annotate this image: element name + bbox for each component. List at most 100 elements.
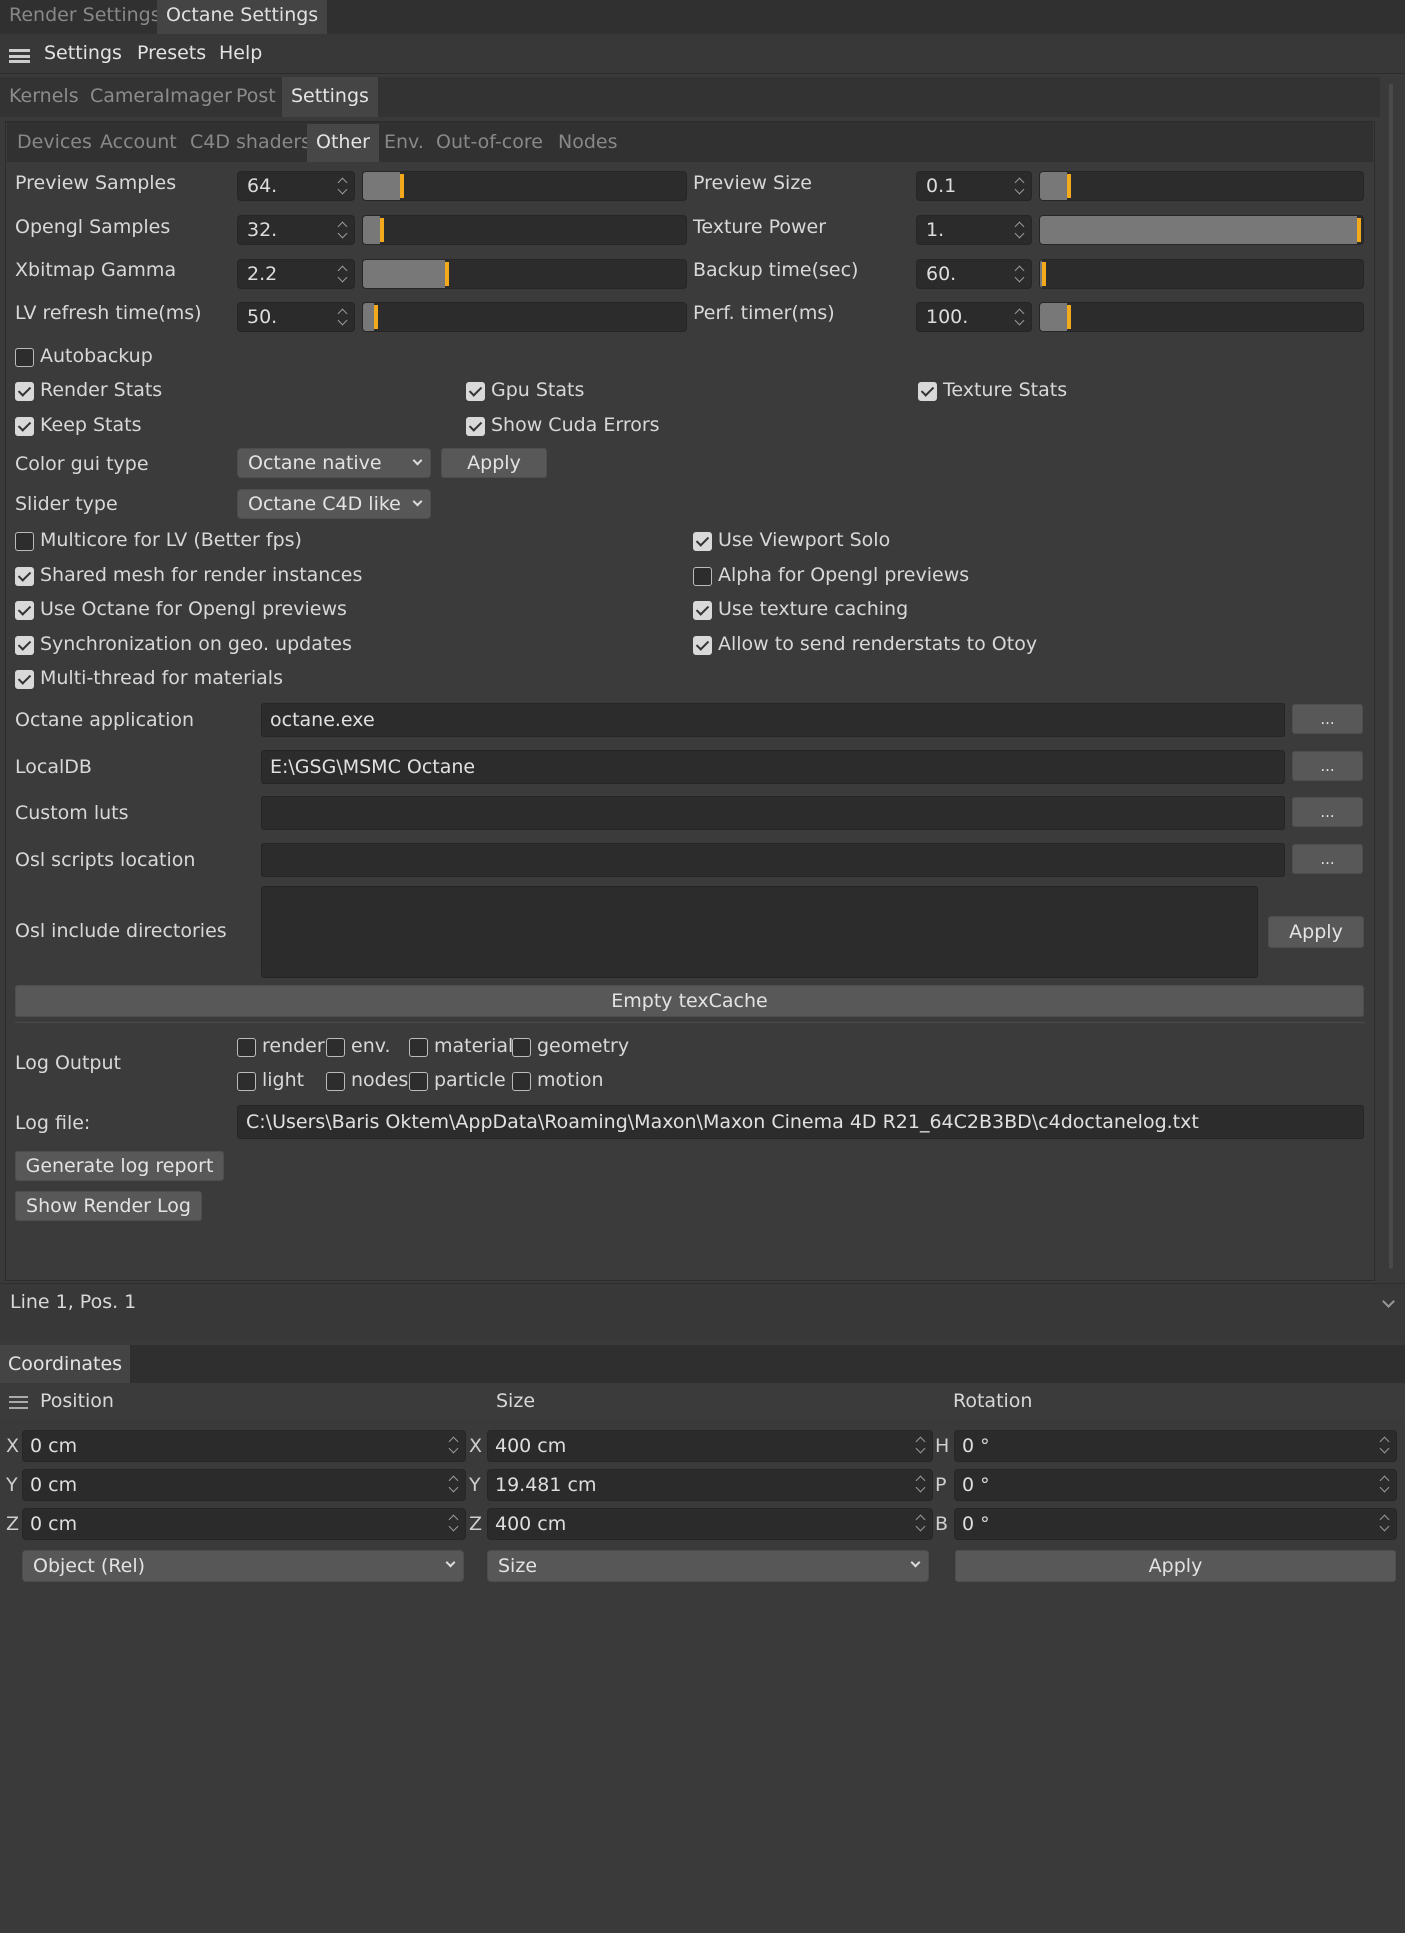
gpu-stats-checkbox[interactable]: [466, 382, 485, 401]
render-stats-checkbox[interactable]: [15, 382, 34, 401]
perf-timer-slider[interactable]: [1039, 302, 1364, 332]
show-cuda-errors-checkbox[interactable]: [466, 417, 485, 436]
coordinates-apply-button[interactable]: Apply: [955, 1550, 1396, 1582]
spinner-icon[interactable]: [1380, 1513, 1390, 1533]
octane-app-field[interactable]: octane.exe: [261, 703, 1285, 737]
spinner-icon[interactable]: [449, 1513, 459, 1533]
use-viewport-solo-checkbox[interactable]: [693, 532, 712, 551]
size-y-field[interactable]: 19.481 cm: [487, 1469, 933, 1501]
osl-include-textarea[interactable]: [261, 886, 1258, 978]
preview-samples-slider[interactable]: [362, 171, 687, 201]
perf-timer-field[interactable]: 100.: [916, 302, 1032, 332]
tab-account[interactable]: Account: [91, 124, 186, 162]
menu-help[interactable]: Help: [219, 34, 262, 74]
position-z-field[interactable]: 0 cm: [22, 1508, 466, 1540]
slider-knob[interactable]: [1042, 262, 1046, 286]
log-nodes-checkbox[interactable]: [326, 1072, 345, 1091]
tab-coordinates[interactable]: Coordinates: [0, 1345, 131, 1383]
multithread-materials-checkbox[interactable]: [15, 670, 34, 689]
keep-stats-checkbox[interactable]: [15, 417, 34, 436]
xbitmap-gamma-slider[interactable]: [362, 259, 687, 289]
texture-power-slider[interactable]: [1039, 215, 1364, 245]
backup-time-slider[interactable]: [1039, 259, 1364, 289]
spinner-icon[interactable]: [916, 1435, 926, 1455]
multicore-lv-checkbox[interactable]: [15, 532, 34, 551]
tab-octane-settings[interactable]: Octane Settings: [157, 0, 328, 34]
sync-geo-checkbox[interactable]: [15, 636, 34, 655]
size-x-field[interactable]: 400 cm: [487, 1430, 933, 1462]
hamburger-menu-icon[interactable]: [9, 1396, 28, 1409]
rotation-b-field[interactable]: 0 °: [954, 1508, 1397, 1540]
spinner-icon[interactable]: [916, 1474, 926, 1494]
shared-mesh-checkbox[interactable]: [15, 567, 34, 586]
slider-knob[interactable]: [445, 262, 449, 286]
tab-devices[interactable]: Devices: [8, 124, 101, 162]
color-gui-apply-button[interactable]: Apply: [441, 448, 547, 478]
send-renderstats-checkbox[interactable]: [693, 636, 712, 655]
log-particle-checkbox[interactable]: [409, 1072, 428, 1091]
lv-refresh-field[interactable]: 50.: [237, 302, 355, 332]
slider-knob[interactable]: [374, 305, 378, 329]
tab-c4d-shaders[interactable]: C4D shaders: [181, 124, 320, 162]
backup-time-field[interactable]: 60.: [916, 259, 1032, 289]
osl-scripts-browse-button[interactable]: ...: [1292, 844, 1363, 874]
spinner-icon[interactable]: [338, 307, 348, 327]
slider-knob[interactable]: [380, 218, 384, 242]
spinner-icon[interactable]: [1380, 1474, 1390, 1494]
custom-luts-field[interactable]: [261, 796, 1285, 830]
tab-post[interactable]: Post: [227, 77, 285, 117]
slider-knob[interactable]: [1357, 218, 1361, 242]
use-octane-opengl-checkbox[interactable]: [15, 601, 34, 620]
size-mode-dropdown[interactable]: Size: [487, 1550, 929, 1582]
opengl-samples-slider[interactable]: [362, 215, 687, 245]
slider-knob[interactable]: [400, 174, 404, 198]
texture-stats-checkbox[interactable]: [918, 382, 937, 401]
log-file-field[interactable]: C:\Users\Baris Oktem\AppData\Roaming\Max…: [237, 1105, 1364, 1139]
spinner-icon[interactable]: [1015, 176, 1025, 196]
show-render-log-button[interactable]: Show Render Log: [15, 1191, 202, 1221]
tab-kernels[interactable]: Kernels: [0, 77, 88, 117]
texture-power-field[interactable]: 1.: [916, 215, 1032, 245]
slider-knob[interactable]: [1067, 174, 1071, 198]
spinner-icon[interactable]: [338, 220, 348, 240]
opengl-samples-field[interactable]: 32.: [237, 215, 355, 245]
xbitmap-gamma-field[interactable]: 2.2: [237, 259, 355, 289]
spinner-icon[interactable]: [1380, 1435, 1390, 1455]
tab-out-of-core[interactable]: Out-of-core: [427, 124, 552, 162]
log-material-checkbox[interactable]: [409, 1038, 428, 1057]
generate-log-report-button[interactable]: Generate log report: [15, 1151, 224, 1181]
preview-size-field[interactable]: 0.1: [916, 171, 1032, 201]
spinner-icon[interactable]: [1015, 220, 1025, 240]
empty-texcache-button[interactable]: Empty texCache: [15, 985, 1364, 1017]
slider-type-dropdown[interactable]: Octane C4D like: [237, 489, 431, 519]
lv-refresh-slider[interactable]: [362, 302, 687, 332]
spinner-icon[interactable]: [916, 1513, 926, 1533]
slider-knob[interactable]: [1067, 305, 1071, 329]
spinner-icon[interactable]: [449, 1474, 459, 1494]
custom-luts-browse-button[interactable]: ...: [1292, 797, 1363, 827]
texture-caching-checkbox[interactable]: [693, 601, 712, 620]
menu-settings[interactable]: Settings: [44, 34, 122, 74]
position-x-field[interactable]: 0 cm: [22, 1430, 466, 1462]
osl-scripts-field[interactable]: [261, 843, 1285, 877]
tab-cameraimager[interactable]: CameraImager: [81, 77, 241, 117]
position-y-field[interactable]: 0 cm: [22, 1469, 466, 1501]
menu-presets[interactable]: Presets: [137, 34, 206, 74]
spinner-icon[interactable]: [338, 264, 348, 284]
tab-render-settings[interactable]: Render Settings: [0, 0, 170, 34]
log-motion-checkbox[interactable]: [512, 1072, 531, 1091]
tab-settings[interactable]: Settings: [282, 77, 378, 117]
log-geometry-checkbox[interactable]: [512, 1038, 531, 1057]
tab-other[interactable]: Other: [307, 124, 379, 162]
localdb-browse-button[interactable]: ...: [1292, 751, 1363, 781]
color-gui-type-dropdown[interactable]: Octane native: [237, 448, 431, 478]
size-z-field[interactable]: 400 cm: [487, 1508, 933, 1540]
autobackup-checkbox[interactable]: [15, 348, 34, 367]
osl-include-apply-button[interactable]: Apply: [1268, 916, 1364, 948]
spinner-icon[interactable]: [1015, 307, 1025, 327]
hamburger-menu-icon[interactable]: [9, 49, 30, 63]
tab-env[interactable]: Env.: [375, 124, 433, 162]
log-env-checkbox[interactable]: [326, 1038, 345, 1057]
rotation-h-field[interactable]: 0 °: [954, 1430, 1397, 1462]
preview-size-slider[interactable]: [1039, 171, 1364, 201]
